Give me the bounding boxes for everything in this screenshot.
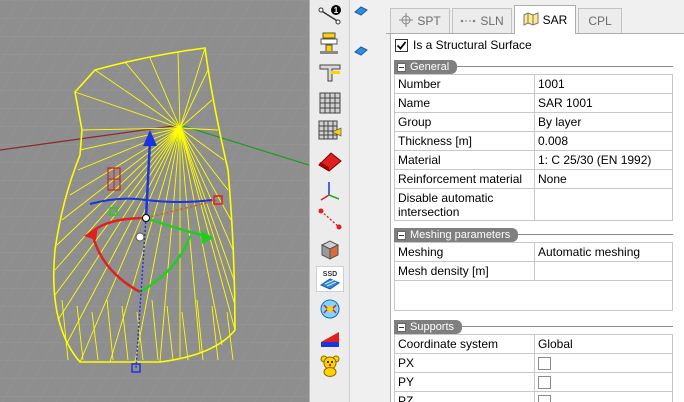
prop-key: Reinforcement material bbox=[394, 169, 535, 189]
local-axes-tool-icon[interactable] bbox=[316, 178, 344, 204]
prop-value[interactable]: By layer bbox=[534, 112, 673, 132]
prop-key: Material bbox=[394, 150, 535, 170]
solid-block-tool-icon[interactable] bbox=[316, 236, 344, 262]
prop-value[interactable]: Automatic meshing bbox=[534, 242, 673, 262]
tab-label: SPT bbox=[417, 14, 441, 28]
prop-value[interactable]: Global bbox=[534, 334, 673, 354]
meshing-table: Meshing Automatic meshing Mesh density [m… bbox=[394, 242, 673, 281]
section-header-supports[interactable]: Supports bbox=[391, 320, 673, 334]
member-line-tool-icon[interactable] bbox=[316, 206, 344, 232]
prop-key: Mesh density [m] bbox=[394, 261, 535, 281]
structural-element-tool-icon[interactable] bbox=[316, 30, 344, 56]
properties-panel: SPT SLN SAR CPL Is a Structural Surface bbox=[372, 0, 684, 402]
prop-value[interactable]: None bbox=[534, 169, 673, 189]
load-surface-tool-icon[interactable] bbox=[316, 148, 344, 174]
structural-surface-checkbox[interactable] bbox=[395, 38, 408, 52]
table-row: Material 1: C 25/30 (EN 1992) bbox=[394, 150, 673, 170]
table-row: Coordinate system Global bbox=[394, 334, 673, 354]
3d-viewport[interactable] bbox=[0, 0, 309, 402]
prop-value[interactable] bbox=[534, 188, 673, 221]
tab-sln[interactable]: SLN bbox=[452, 8, 512, 33]
prop-key: Meshing bbox=[394, 242, 535, 262]
section-title: General bbox=[410, 61, 450, 73]
mesh-mini-icon-2[interactable] bbox=[354, 44, 368, 59]
table-row: Meshing Automatic meshing bbox=[394, 242, 673, 262]
tab-cpl[interactable]: CPL bbox=[578, 8, 622, 33]
structural-surface-label: Is a Structural Surface bbox=[413, 38, 532, 52]
prop-value[interactable]: SAR 1001 bbox=[534, 93, 673, 113]
section-general: General Number 1001 Name SAR 1001 Group By … bbox=[391, 60, 673, 221]
table-row: Group By layer bbox=[394, 112, 673, 132]
table-row: PZ bbox=[394, 391, 673, 402]
tab-spt[interactable]: SPT bbox=[390, 8, 450, 33]
prop-key: Thickness [m] bbox=[394, 131, 535, 151]
tool-badge-number: 1 bbox=[334, 6, 339, 15]
general-table: Number 1001 Name SAR 1001 Group By layer Th… bbox=[394, 74, 673, 221]
prop-value[interactable]: 1: C 25/30 (EN 1992) bbox=[534, 150, 673, 170]
prop-key: Name bbox=[394, 93, 535, 113]
collapse-icon[interactable] bbox=[397, 322, 406, 332]
tab-label: CPL bbox=[588, 14, 612, 28]
collapse-icon[interactable] bbox=[397, 230, 406, 240]
grid-table-tool-icon[interactable] bbox=[316, 90, 344, 116]
table-row: PY bbox=[394, 372, 673, 392]
beam-section-tool-icon[interactable] bbox=[316, 60, 344, 86]
section-supports: Supports Coordinate system Global PX PY P… bbox=[391, 320, 673, 402]
line-icon bbox=[460, 14, 476, 28]
mesh-visualization-icon[interactable] bbox=[316, 296, 344, 322]
analysis-toolbar: 1 SSD bbox=[309, 0, 350, 402]
px-checkbox[interactable] bbox=[538, 356, 551, 370]
prop-key: Group bbox=[394, 112, 535, 132]
table-row: Name SAR 1001 bbox=[394, 93, 673, 113]
prop-value-cell bbox=[534, 391, 673, 402]
mesh-mini-icon[interactable] bbox=[354, 4, 368, 19]
table-row: Mesh density [m] bbox=[394, 261, 673, 281]
surface-map-icon bbox=[523, 11, 539, 29]
ssd-label: SSD bbox=[323, 271, 337, 278]
py-checkbox[interactable] bbox=[538, 375, 551, 389]
prop-value-cell bbox=[534, 372, 673, 392]
prop-key: PX bbox=[394, 353, 535, 373]
prop-key: PZ bbox=[394, 391, 535, 402]
grid-edit-tool-icon[interactable] bbox=[316, 118, 344, 144]
tab-label: SLN bbox=[480, 14, 504, 28]
section-cut-tool-icon[interactable] bbox=[316, 326, 344, 352]
prop-value-cell bbox=[534, 353, 673, 373]
prop-value[interactable]: 1001 bbox=[534, 74, 673, 94]
section-header-general[interactable]: General bbox=[391, 60, 673, 74]
prop-value[interactable]: 0.008 bbox=[534, 131, 673, 151]
point-target-icon bbox=[399, 12, 414, 30]
ssd-tool-icon[interactable]: SSD bbox=[316, 266, 344, 292]
table-row: Disable automatic intersection bbox=[394, 188, 673, 221]
tab-label: SAR bbox=[542, 13, 568, 27]
pz-checkbox[interactable] bbox=[538, 394, 551, 402]
properties-content: Is a Structural Surface General Number 10… bbox=[390, 34, 684, 402]
table-row: Number 1001 bbox=[394, 74, 673, 94]
section-meshing: Meshing parameters Meshing Automatic mesh… bbox=[391, 228, 673, 311]
prop-key: Number bbox=[394, 74, 535, 94]
prop-value[interactable] bbox=[534, 261, 673, 281]
viewport-scene bbox=[0, 0, 309, 402]
table-row: Reinforcement material None bbox=[394, 169, 673, 189]
structural-surface-row[interactable]: Is a Structural Surface bbox=[395, 38, 532, 52]
prop-key: PY bbox=[394, 372, 535, 392]
section-header-meshing[interactable]: Meshing parameters bbox=[391, 228, 673, 242]
table-row: PX bbox=[394, 353, 673, 373]
supports-table: Coordinate system Global PX PY PZ bbox=[394, 334, 673, 402]
meshing-empty-area bbox=[394, 281, 673, 311]
point-node-tool-icon[interactable]: 1 bbox=[316, 2, 344, 28]
section-title: Meshing parameters bbox=[410, 229, 511, 241]
checkmark-icon bbox=[396, 40, 407, 50]
secondary-icon-column bbox=[350, 0, 372, 402]
section-title: Supports bbox=[410, 321, 455, 333]
tab-sar[interactable]: SAR bbox=[514, 5, 576, 34]
prop-key: Coordinate system bbox=[394, 334, 535, 354]
prop-key: Disable automatic intersection bbox=[394, 188, 535, 221]
collapse-icon[interactable] bbox=[397, 62, 406, 72]
table-row: Thickness [m] 0.008 bbox=[394, 131, 673, 151]
teddy-bear-icon[interactable] bbox=[316, 352, 344, 378]
